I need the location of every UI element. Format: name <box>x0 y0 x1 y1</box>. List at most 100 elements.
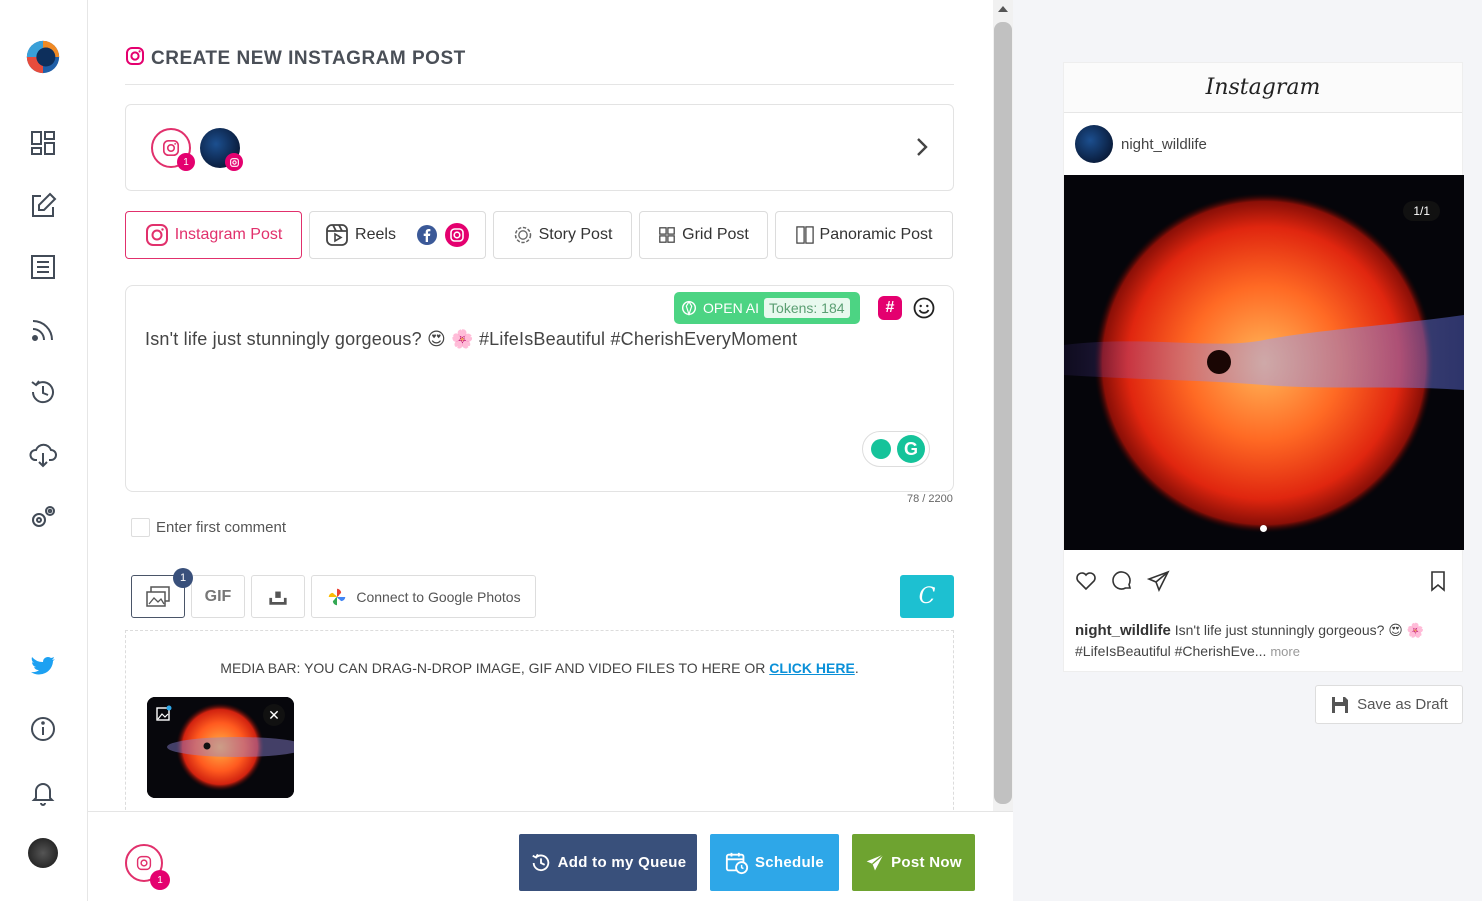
add-to-queue-label: Add to my Queue <box>557 854 687 871</box>
media-bar-text: MEDIA BAR: YOU CAN DRAG-N-DROP IMAGE, GI… <box>126 660 953 676</box>
image-count-badge: 1 <box>173 568 193 588</box>
first-comment-checkbox[interactable] <box>131 518 150 537</box>
preview-user: night_wildlife <box>1075 125 1207 163</box>
tab-reels[interactable]: Reels <box>309 211 486 259</box>
info-icon[interactable] <box>26 712 60 746</box>
upload-button[interactable] <box>251 575 305 618</box>
post-now-button[interactable]: Post Now <box>852 834 975 891</box>
queue-icon[interactable] <box>26 375 60 409</box>
openai-button[interactable]: OPEN AI Tokens: 184 <box>674 292 860 324</box>
preview-pane: Instagram night_wildlife 1/1 night_wildl… <box>1013 0 1482 901</box>
first-comment-label: Enter first comment <box>156 519 287 536</box>
app-root: CREATE NEW INSTAGRAM POST 1 Instagram Po… <box>0 0 1482 901</box>
preview-actions <box>1074 569 1170 593</box>
gif-button[interactable]: GIF <box>191 575 245 618</box>
planet-image <box>1064 175 1464 550</box>
tab-panoramic-post[interactable]: Panoramic Post <box>775 211 953 259</box>
left-sidebar <box>0 0 88 901</box>
google-photos-button[interactable]: Connect to Google Photos <box>311 575 536 618</box>
tab-grid-post[interactable]: Grid Post <box>639 211 768 259</box>
account-avatar[interactable] <box>200 128 243 171</box>
media-toolbar: 1 GIF Connect to Google Photos <box>131 568 536 618</box>
image-upload-button[interactable]: 1 <box>131 568 193 618</box>
caption-username: night_wildlife <box>1075 622 1171 639</box>
tab-label: Reels <box>355 226 396 243</box>
media-thumbnail[interactable]: ✕ <box>147 697 294 798</box>
image-edit-icon[interactable] <box>155 705 173 723</box>
click-here-link[interactable]: CLICK HERE <box>769 660 855 676</box>
preview-caption: night_wildlife Isn't life just stunningl… <box>1075 620 1455 662</box>
google-photos-icon <box>329 588 346 605</box>
hashtag-icon[interactable]: # <box>878 296 902 320</box>
tab-instagram-post[interactable]: Instagram Post <box>125 211 302 259</box>
canva-icon: C <box>918 584 936 609</box>
schedule-button[interactable]: Schedule <box>710 834 839 891</box>
posts-icon[interactable] <box>26 250 60 284</box>
facebook-icon <box>416 225 437 245</box>
action-footer: 1 Add to my Queue Schedule Post Now <box>88 811 1013 901</box>
editor-panel: CREATE NEW INSTAGRAM POST 1 Instagram Po… <box>88 0 993 901</box>
images-icon <box>146 585 170 607</box>
media-bar-suffix: . <box>854 660 859 676</box>
instagram-badge-icon <box>444 223 469 247</box>
caption-more: more <box>1270 644 1300 659</box>
profile-avatar[interactable] <box>28 838 58 868</box>
comment-icon <box>1112 571 1132 590</box>
first-comment-toggle[interactable]: Enter first comment <box>131 518 286 537</box>
schedule-label: Schedule <box>754 854 825 871</box>
scroll-up-icon[interactable] <box>998 6 1008 12</box>
image-counter-badge: 1/1 <box>1403 201 1440 221</box>
openai-icon <box>681 300 697 317</box>
instagram-wordmark: Instagram <box>1064 63 1462 113</box>
instagram-preview-card: Instagram night_wildlife 1/1 night_wildl… <box>1063 62 1464 672</box>
emoji-icon[interactable] <box>912 296 936 320</box>
calendar-clock-icon <box>725 852 749 874</box>
page-title: CREATE NEW INSTAGRAM POST <box>125 46 466 72</box>
settings-gears-icon[interactable] <box>26 500 60 534</box>
remove-media-icon[interactable]: ✕ <box>263 704 285 726</box>
reels-icon <box>326 224 348 246</box>
tab-story-post[interactable]: Story Post <box>493 211 632 259</box>
character-counter: 78 / 2200 <box>907 493 953 505</box>
grammarly-icon[interactable]: G <box>897 435 925 463</box>
app-logo-icon[interactable] <box>24 38 62 76</box>
save-as-draft-button[interactable]: Save as Draft <box>1315 685 1463 724</box>
title-divider <box>125 84 954 85</box>
tab-label: Grid Post <box>682 226 749 243</box>
footer-instagram-account-icon[interactable]: 1 <box>125 844 170 890</box>
caption-text[interactable]: Isn't life just stunningly gorgeous? 😍 🌸… <box>145 329 797 350</box>
canva-button[interactable]: C <box>900 575 954 618</box>
send-icon <box>866 853 884 870</box>
instagram-icon <box>125 46 145 72</box>
share-icon <box>1146 570 1170 592</box>
account-count-badge: 1 <box>177 153 195 171</box>
post-type-tabs: Instagram Post Reels Story Post Grid Pos… <box>125 211 953 259</box>
footer-account-badge: 1 <box>150 870 170 890</box>
scrollbar-thumb[interactable] <box>994 22 1012 804</box>
dashboard-icon[interactable] <box>26 126 60 160</box>
media-dropzone[interactable]: MEDIA BAR: YOU CAN DRAG-N-DROP IMAGE, GI… <box>125 630 954 820</box>
bookmark-icon <box>1426 569 1450 598</box>
panoramic-icon <box>795 226 814 244</box>
compose-icon[interactable] <box>26 188 60 222</box>
instagram-account-icon[interactable]: 1 <box>151 128 195 171</box>
account-selector[interactable]: 1 <box>125 104 954 191</box>
openai-label: OPEN AI <box>703 300 760 316</box>
chevron-right-icon[interactable] <box>915 135 929 159</box>
caption-editor[interactable]: OPEN AI Tokens: 184 # Isn't life just st… <box>125 285 954 492</box>
google-photos-label: Connect to Google Photos <box>356 588 521 605</box>
grammarly-lightbulb-icon[interactable] <box>871 439 891 459</box>
media-bar-instructions: MEDIA BAR: YOU CAN DRAG-N-DROP IMAGE, GI… <box>220 660 770 676</box>
rss-icon[interactable] <box>26 313 60 347</box>
add-to-queue-button[interactable]: Add to my Queue <box>519 834 697 891</box>
cloud-download-icon[interactable] <box>26 437 60 471</box>
instagram-icon <box>145 224 168 246</box>
grammarly-widget[interactable]: G <box>862 431 930 467</box>
instagram-badge-icon <box>225 153 243 171</box>
twitter-icon[interactable] <box>26 649 60 683</box>
heart-icon <box>1076 572 1096 591</box>
story-icon <box>514 226 531 244</box>
preview-avatar <box>1075 125 1113 163</box>
bell-icon[interactable] <box>26 775 60 809</box>
editor-scrollbar[interactable] <box>993 0 1013 811</box>
